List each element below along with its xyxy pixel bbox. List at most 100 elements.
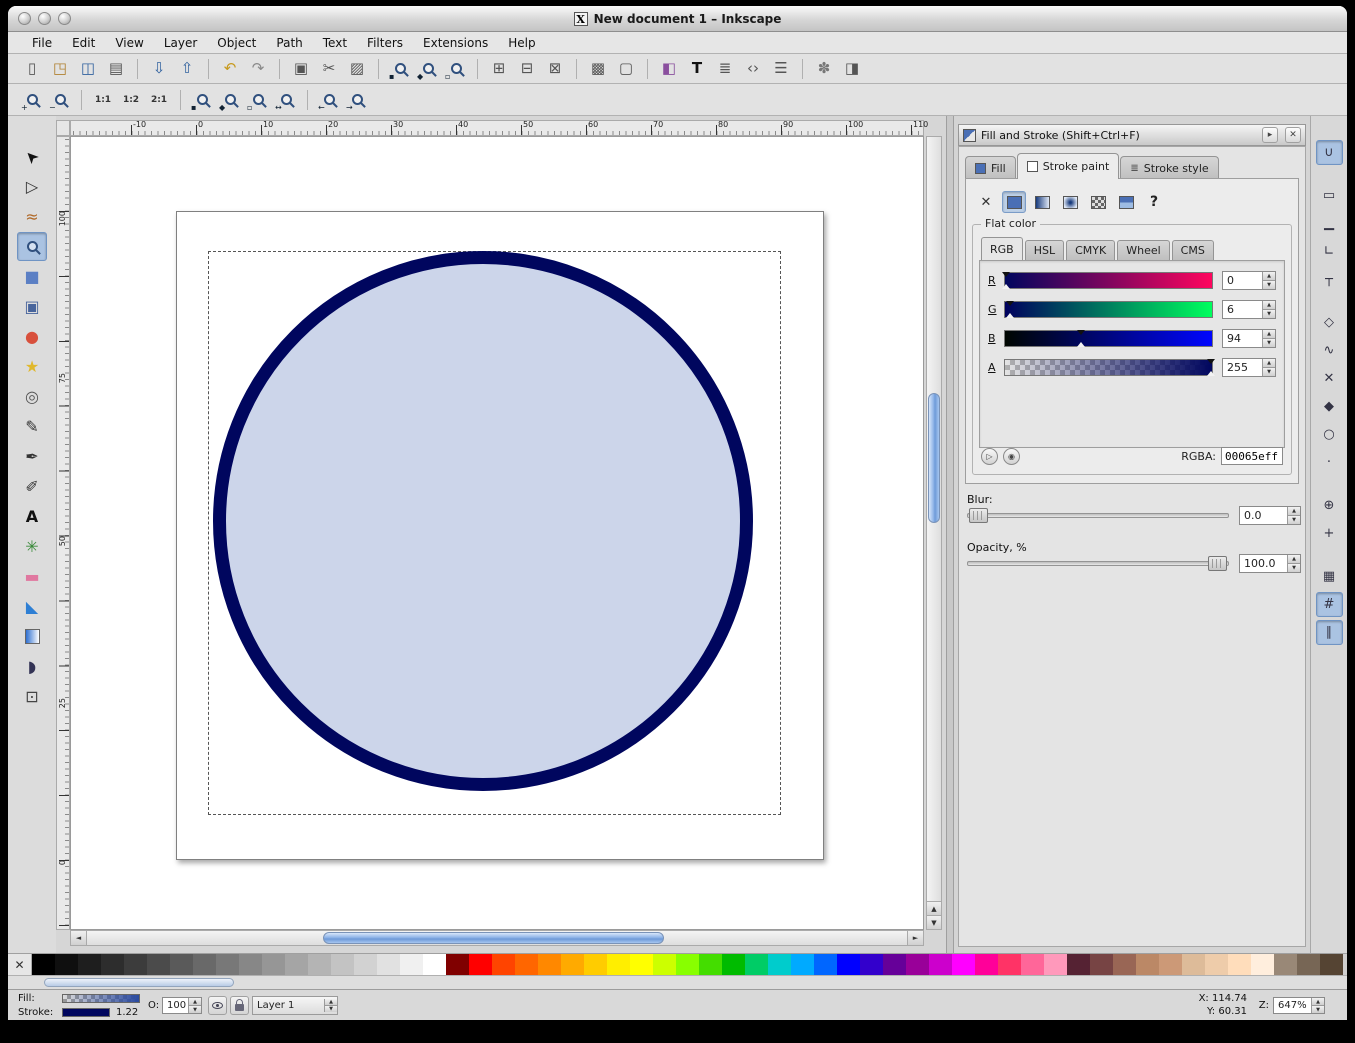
text-tool-button[interactable]: A (17, 502, 47, 531)
channel-value-b[interactable]: 94 (1223, 330, 1262, 347)
channel-value-g[interactable]: 6 (1223, 301, 1262, 318)
linear-gradient-button[interactable] (1030, 191, 1054, 213)
radial-gradient-button[interactable] (1058, 191, 1082, 213)
blur-step-down[interactable]: ▼ (1288, 515, 1300, 524)
opacity-slider[interactable] (967, 556, 1229, 571)
palette-swatch[interactable] (469, 954, 492, 975)
palette-swatch[interactable] (515, 954, 538, 975)
stroke-width-value[interactable]: 1.22 (116, 1007, 138, 1018)
horizontal-scrollbar-thumb[interactable] (323, 932, 664, 944)
channel-value-a[interactable]: 255 (1223, 359, 1262, 376)
circle-object[interactable] (213, 251, 753, 791)
scroll-left-arrow[interactable]: ◄ (71, 931, 87, 945)
blur-step-up[interactable]: ▲ (1288, 507, 1300, 515)
palette-swatch[interactable] (262, 954, 285, 975)
palette-swatch[interactable] (906, 954, 929, 975)
vertical-ruler[interactable]: 1007550250 (56, 136, 70, 930)
dock-resize-handle[interactable] (946, 116, 954, 953)
tweak-tool-button[interactable]: ≈ (17, 202, 47, 231)
blur-slider[interactable] (967, 508, 1229, 523)
cut-button[interactable]: ✂ (315, 56, 343, 82)
save-document-button[interactable]: ◫ (74, 56, 102, 82)
step-up-a[interactable]: ▲ (1263, 359, 1275, 367)
star-tool-button[interactable]: ★ (17, 352, 47, 381)
step-down-b[interactable]: ▼ (1263, 338, 1275, 347)
align-dialog-button[interactable]: ☰ (767, 56, 795, 82)
menu-text[interactable]: Text (313, 34, 357, 52)
palette-swatch[interactable] (1228, 954, 1251, 975)
document-properties-button[interactable]: ◨ (838, 56, 866, 82)
opacity-step-down[interactable]: ▼ (1288, 563, 1300, 572)
import-document-button[interactable]: ⇩ (145, 56, 173, 82)
scroll-up-arrow[interactable]: ▲ (927, 901, 941, 915)
palette-swatch[interactable] (193, 954, 216, 975)
horizontal-scrollbar[interactable]: ◄ ► (70, 930, 924, 946)
zoom-1-2-button[interactable]: 1:2 (117, 87, 145, 113)
unknown-paint-button[interactable]: ? (1142, 191, 1166, 213)
slider-marker-g[interactable] (1006, 302, 1014, 317)
palette-swatch[interactable] (676, 954, 699, 975)
palette-swatch[interactable] (124, 954, 147, 975)
spray-tool-button[interactable]: ✳ (17, 532, 47, 561)
redo-button[interactable]: ↷ (244, 56, 272, 82)
step-up-r[interactable]: ▲ (1263, 272, 1275, 280)
snap-rotation-centers-button[interactable]: + (1316, 521, 1343, 546)
palette-swatch[interactable] (377, 954, 400, 975)
channel-slider-b[interactable] (1004, 330, 1213, 347)
export-document-button[interactable]: ⇧ (173, 56, 201, 82)
palette-swatch[interactable] (1136, 954, 1159, 975)
channel-slider-a[interactable] (1004, 359, 1213, 376)
zoom-selection-button[interactable]: ▪ (188, 87, 216, 113)
menu-view[interactable]: View (105, 34, 153, 52)
opacity-down[interactable]: ▼ (189, 1005, 201, 1013)
palette-swatch[interactable] (147, 954, 170, 975)
zoom-to-selection-button[interactable]: ▪ (386, 56, 414, 82)
snap-guides-button[interactable]: ∥ (1316, 620, 1343, 645)
palette-swatch[interactable] (745, 954, 768, 975)
step-down-g[interactable]: ▼ (1263, 309, 1275, 318)
layer-down[interactable]: ▼ (325, 1005, 337, 1012)
palette-swatch[interactable] (1044, 954, 1067, 975)
step-up-g[interactable]: ▲ (1263, 301, 1275, 309)
zoom-page-button[interactable]: ▫ (244, 87, 272, 113)
snap-page-border-button[interactable]: ▦ (1316, 564, 1343, 589)
snap-object-centers-button[interactable]: ⊕ (1316, 493, 1343, 518)
palette-swatch[interactable] (55, 954, 78, 975)
selector-tool-button[interactable]: ➤ (17, 142, 47, 171)
palette-swatch[interactable] (1274, 954, 1297, 975)
palette-swatch[interactable] (998, 954, 1021, 975)
undo-button[interactable]: ↶ (216, 56, 244, 82)
eraser-tool-button[interactable]: ▬ (17, 562, 47, 591)
open-document-button[interactable]: ◳ (46, 56, 74, 82)
zoom-drawing-button[interactable]: ◆ (216, 87, 244, 113)
palette-swatch[interactable] (308, 954, 331, 975)
palette-swatch[interactable] (952, 954, 975, 975)
tab-fill[interactable]: Fill (965, 156, 1016, 179)
zoom-to-drawing-button[interactable]: ◆ (414, 56, 442, 82)
snap-bbox-midpoints-button[interactable]: ┬ (1316, 267, 1343, 292)
current-layer-selector[interactable]: Layer 1 ▲▼ (252, 996, 338, 1015)
palette-scrollbar[interactable] (8, 975, 1347, 989)
palette-swatch[interactable] (492, 954, 515, 975)
snap-bounding-box-button[interactable]: ▭ (1316, 183, 1343, 208)
palette-swatch[interactable] (101, 954, 124, 975)
palette-swatch[interactable] (400, 954, 423, 975)
vertical-scrollbar-thumb[interactable] (928, 393, 940, 523)
zoom-out-button[interactable]: − (46, 87, 74, 113)
zoom-down[interactable]: ▼ (1312, 1005, 1324, 1013)
pen-tool-button[interactable]: ✒ (17, 442, 47, 471)
layer-visibility-toggle[interactable] (208, 996, 227, 1015)
palette-swatch[interactable] (538, 954, 561, 975)
group-button[interactable]: ▩ (584, 56, 612, 82)
menu-edit[interactable]: Edit (62, 34, 105, 52)
zoom-in-button[interactable]: + (18, 87, 46, 113)
palette-swatch[interactable] (1021, 954, 1044, 975)
snap-master-toggle-button[interactable]: ∪ (1316, 140, 1343, 165)
menu-file[interactable]: File (22, 34, 62, 52)
slider-marker-b[interactable] (1077, 331, 1085, 346)
unlink-clone-button[interactable]: ⊠ (541, 56, 569, 82)
palette-swatch[interactable] (837, 954, 860, 975)
palette-swatch[interactable] (423, 954, 446, 975)
palette-swatch[interactable] (653, 954, 676, 975)
tab-stroke-style[interactable]: ≣Stroke style (1120, 156, 1218, 179)
